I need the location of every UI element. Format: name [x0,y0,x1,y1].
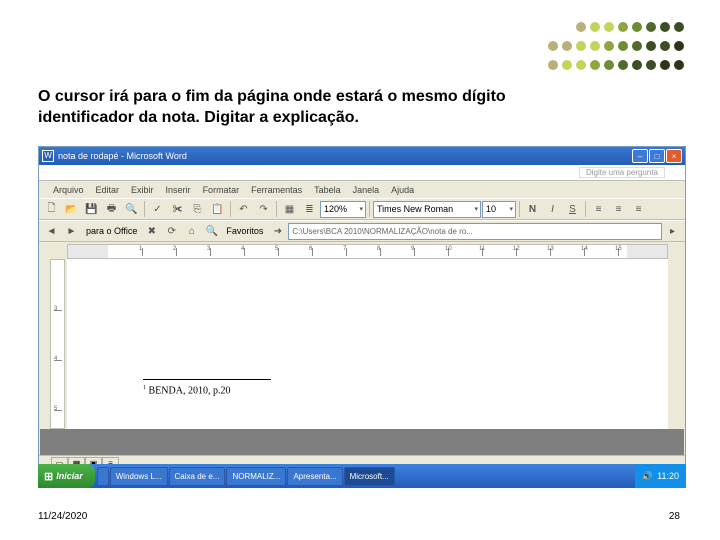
save-icon[interactable]: 💾 [82,200,101,218]
taskbar-item[interactable]: Windows L... [110,467,168,486]
align-center-icon[interactable]: ≡ [609,200,628,218]
slide-date: 11/24/2020 [38,511,87,522]
menu-editar[interactable]: Editar [90,183,126,197]
menu-arquivo[interactable]: Arquivo [47,183,90,197]
bold-icon[interactable]: N [523,200,542,218]
app-icon: W [42,150,54,162]
print-icon[interactable]: 🖶 [102,200,121,218]
titlebar: W nota de rodapé - Microsoft Word – □ × [39,147,685,165]
footnote-separator [143,379,271,380]
footnote-text[interactable]: 1 BENDA, 2010, p.20 [143,385,230,396]
fontsize-dropdown[interactable]: 10 [482,201,516,218]
back-icon[interactable]: ◄ [42,222,61,240]
new-doc-icon[interactable]: 🗋 [42,200,61,218]
table-icon[interactable]: ▦ [280,200,299,218]
minimize-button[interactable]: – [632,149,648,163]
menu-formatar[interactable]: Formatar [197,183,246,197]
refresh-icon[interactable]: ⟳ [162,222,181,240]
open-icon[interactable]: 📂 [62,200,81,218]
vertical-ruler[interactable]: 345 [50,259,65,429]
windows-taskbar: Iniciar Windows L... Caixa de e... NORMA… [38,464,686,488]
separator [369,201,370,217]
spelling-icon[interactable]: ✓ [148,200,167,218]
paste-icon[interactable]: 📋 [208,200,227,218]
window-title: nota de rodapé - Microsoft Word [58,151,187,161]
separator [230,201,231,217]
menu-ajuda[interactable]: Ajuda [385,183,420,197]
toolbar-web: ◄ ► para o Office ✖ ⟳ ⌂ 🔍 Favoritos ➜ C:… [39,220,685,242]
separator [519,201,520,217]
address-field[interactable]: C:\Users\BCA 2010\NORMALIZAÇÃO\nota de r… [288,223,662,240]
start-button[interactable]: Iniciar [38,464,95,488]
font-dropdown[interactable]: Times New Roman [373,201,481,218]
menu-exibir[interactable]: Exibir [125,183,160,197]
tray-icon[interactable]: 🔊 [642,471,653,482]
taskbar-item[interactable] [97,467,109,486]
search-icon[interactable]: 🔍 [202,222,221,240]
undo-icon[interactable]: ↶ [234,200,253,218]
favorites-label[interactable]: Favoritos [222,226,267,236]
tray-clock[interactable]: 11:20 [657,471,679,481]
separator [144,201,145,217]
home-icon[interactable]: ⌂ [182,222,201,240]
go-icon[interactable]: ➜ [268,222,287,240]
cut-icon[interactable]: ✀ [168,200,187,218]
preview-icon[interactable]: 🔍 [122,200,141,218]
menu-janela[interactable]: Janela [347,183,386,197]
decoration-dots [546,20,686,77]
zoom-dropdown[interactable]: 120% [320,201,366,218]
taskbar-items: Windows L... Caixa de e... NORMALIZ... A… [95,465,635,488]
columns-icon[interactable]: ≣ [300,200,319,218]
help-search-box[interactable]: Digite uma pergunta [39,165,685,181]
menubar: Arquivo Editar Exibir Inserir Formatar F… [39,181,685,198]
horizontal-ruler[interactable]: 123456789101112131415 [67,244,668,259]
align-left-icon[interactable]: ≡ [589,200,608,218]
web-label: para o Office [82,226,141,236]
menu-tabela[interactable]: Tabela [308,183,347,197]
copy-icon[interactable]: ⎘ [188,200,207,218]
word-window: W nota de rodapé - Microsoft Word – □ × … [38,146,686,471]
slide-page: 28 [669,511,680,522]
redo-icon[interactable]: ↷ [254,200,273,218]
document-area: 345 1 BENDA, 2010, p.20 [39,259,685,429]
forward-icon[interactable]: ► [62,222,81,240]
menu-ferramentas[interactable]: Ferramentas [245,183,308,197]
stop-icon[interactable]: ✖ [142,222,161,240]
taskbar-item[interactable]: NORMALIZ... [226,467,286,486]
maximize-button[interactable]: □ [649,149,665,163]
underline-icon[interactable]: S [563,200,582,218]
menu-inserir[interactable]: Inserir [160,183,197,197]
taskbar-item[interactable]: Caixa de e... [169,467,226,486]
align-right-icon[interactable]: ≡ [629,200,648,218]
go-button[interactable]: ▸ [663,222,682,240]
toolbar-standard: 🗋 📂 💾 🖶 🔍 ✓ ✀ ⎘ 📋 ↶ ↷ ▦ ≣ 120% Times New… [39,198,685,220]
slideshow-divider [40,429,684,455]
taskbar-item-active[interactable]: Microsoft... [344,467,395,486]
slide-caption: O cursor irá para o fim da página onde e… [38,86,598,128]
separator [276,201,277,217]
system-tray[interactable]: 🔊 11:20 [635,464,686,488]
italic-icon[interactable]: I [543,200,562,218]
separator [585,201,586,217]
taskbar-item[interactable]: Apresenta... [287,467,342,486]
document-page[interactable]: 1 BENDA, 2010, p.20 [67,259,668,429]
close-button[interactable]: × [666,149,682,163]
